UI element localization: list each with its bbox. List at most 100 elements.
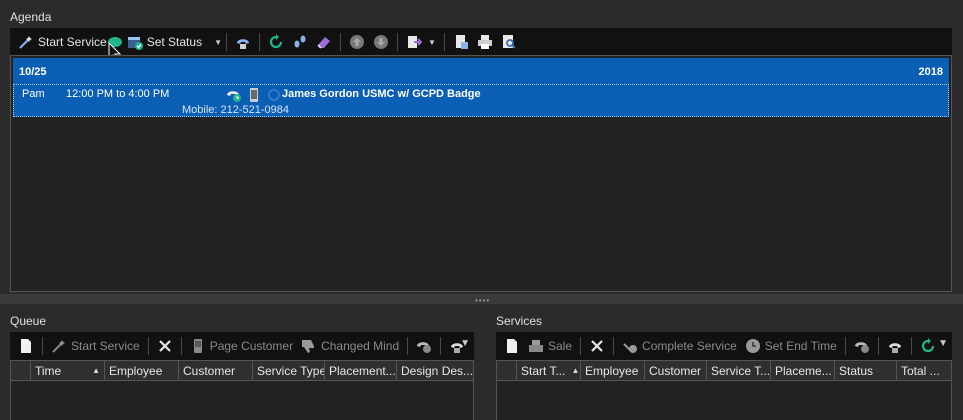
appointment-customer: James Gordon USMC w/ GCPD Badge [282, 88, 481, 100]
calendar-check-icon [127, 34, 143, 50]
services-refresh-button[interactable] [916, 335, 940, 357]
column-header-start-time[interactable]: Start T... ▲ [517, 361, 581, 380]
phone-clock-icon [854, 338, 870, 354]
queue-label: Queue [10, 314, 47, 328]
queue-start-service-label: Start Service [71, 339, 140, 353]
services-delete-button[interactable] [585, 335, 609, 357]
agenda-calendar[interactable]: 10/25 2018 Pam 12:00 PM to 4:00 PM James… [10, 55, 952, 292]
column-header-employee[interactable]: Employee [105, 361, 179, 380]
start-service-button[interactable]: Start Service [14, 31, 111, 53]
column-header-label: Design Des... [401, 363, 473, 378]
phone-clock-icon [416, 338, 432, 354]
column-header-placement[interactable]: Placeme... [771, 361, 835, 380]
column-header-service-type[interactable]: Service Type [253, 361, 325, 380]
changed-mind-button[interactable]: Changed Mind [297, 335, 403, 357]
toolbar-divider [440, 337, 442, 355]
column-header-total[interactable]: Total ... [897, 361, 951, 380]
appointment-icons [226, 87, 282, 103]
sort-ascending-icon: ▲ [571, 366, 580, 375]
queue-new-button[interactable] [14, 335, 38, 357]
services-new-button[interactable] [500, 335, 524, 357]
toolbar-divider [180, 337, 182, 355]
column-header-design-description[interactable]: Design Des... [397, 361, 473, 380]
arrow-down-circle-icon [373, 34, 389, 50]
panel-splitter[interactable]: •••• [0, 294, 963, 305]
set-end-time-label: Set End Time [764, 339, 837, 353]
services-phone-button[interactable] [883, 335, 907, 357]
column-header-label: Employee [585, 363, 639, 378]
column-header-service-type[interactable]: Service T... [707, 361, 771, 380]
set-end-time-button[interactable]: Set End Time [741, 335, 841, 357]
column-header-status[interactable]: Status [835, 361, 897, 380]
eraser-icon [316, 34, 332, 50]
print-preview-button[interactable] [497, 31, 521, 53]
refresh-button[interactable] [264, 31, 288, 53]
queue-grid[interactable]: Time ▲ Employee Customer Service Type Pla… [10, 360, 474, 420]
toolbar-overflow-icon[interactable]: ▼ [938, 338, 948, 349]
close-x-icon [589, 338, 605, 354]
column-header-customer[interactable]: Customer [645, 361, 707, 380]
move-up-button[interactable] [345, 31, 369, 53]
column-header-label: Service T... [711, 363, 771, 378]
date-header: 10/25 2018 [13, 58, 949, 84]
column-header-time[interactable]: Time ▲ [31, 361, 105, 380]
set-status-label: Set Status [146, 35, 203, 49]
export-dropdown-icon[interactable]: ▼ [428, 38, 436, 47]
agenda-toolbar: Start Service Set Status ▼ ▼ [10, 28, 952, 56]
appointment-item[interactable]: Pam 12:00 PM to 4:00 PM James Gordon USM… [13, 84, 949, 117]
page-customer-button[interactable]: Page Customer [186, 335, 297, 357]
new-document-icon [18, 338, 34, 354]
toolbar-divider [877, 337, 879, 355]
start-service-label: Start Service [38, 35, 107, 49]
footprints-button[interactable] [288, 31, 312, 53]
register-icon [528, 338, 544, 354]
column-header-label: Total ... [901, 363, 940, 378]
toolbar-divider [844, 337, 846, 355]
column-header-label: Time [35, 363, 62, 378]
phone-call-button[interactable] [231, 31, 255, 53]
appointment-mobile: Mobile: 212-521-0984 [182, 104, 290, 116]
phone-icon [235, 34, 251, 50]
toolbar-overflow-icon[interactable]: ▼ [460, 338, 470, 349]
toolbar-divider [42, 337, 43, 355]
refresh-icon [268, 34, 284, 50]
sale-label: Sale [548, 339, 573, 353]
refresh-icon [920, 338, 936, 354]
print-preview-icon [501, 34, 517, 50]
footprints-icon [292, 34, 308, 50]
column-header-employee[interactable]: Employee [581, 361, 645, 380]
page-setup-button[interactable] [449, 31, 473, 53]
phone-icon [887, 338, 903, 354]
sale-button[interactable]: Sale [524, 335, 576, 357]
set-status-button[interactable]: Set Status [123, 31, 206, 53]
wand-icon [18, 34, 34, 50]
toolbar-divider [910, 337, 912, 355]
column-header-label: Placement... [329, 363, 396, 378]
export-icon [406, 34, 422, 50]
column-header-placement[interactable]: Placement... [325, 361, 397, 380]
queue-grid-header: Time ▲ Employee Customer Service Type Pla… [11, 361, 473, 381]
queue-delete-button[interactable] [153, 335, 177, 357]
set-status-dropdown-icon[interactable]: ▼ [214, 38, 222, 47]
services-grid[interactable]: Start T... ▲ Employee Customer Service T.… [496, 360, 952, 420]
queue-start-service-button[interactable]: Start Service [47, 335, 144, 357]
services-call-clock-button[interactable] [850, 335, 874, 357]
eraser-button[interactable] [312, 31, 336, 53]
complete-service-button[interactable]: Complete Service [618, 335, 741, 357]
column-header-customer[interactable]: Customer [179, 361, 253, 380]
status-circle-icon [266, 87, 282, 103]
services-toolbar: Sale Complete Service Set End Time ▼ [496, 332, 952, 360]
column-header-label: Customer [183, 363, 236, 378]
new-document-icon [504, 338, 520, 354]
toolbar-divider [613, 337, 615, 355]
toolbar-divider [580, 337, 582, 355]
clock-icon [745, 338, 761, 354]
queue-call-clock-button[interactable] [412, 335, 436, 357]
arrow-up-circle-icon [349, 34, 365, 50]
year-label: 2018 [918, 66, 943, 78]
page-customer-label: Page Customer [209, 339, 294, 353]
export-button[interactable]: ▼ [402, 31, 440, 53]
print-button[interactable] [473, 31, 497, 53]
move-down-button[interactable] [369, 31, 393, 53]
date-label: 10/25 [19, 66, 47, 78]
